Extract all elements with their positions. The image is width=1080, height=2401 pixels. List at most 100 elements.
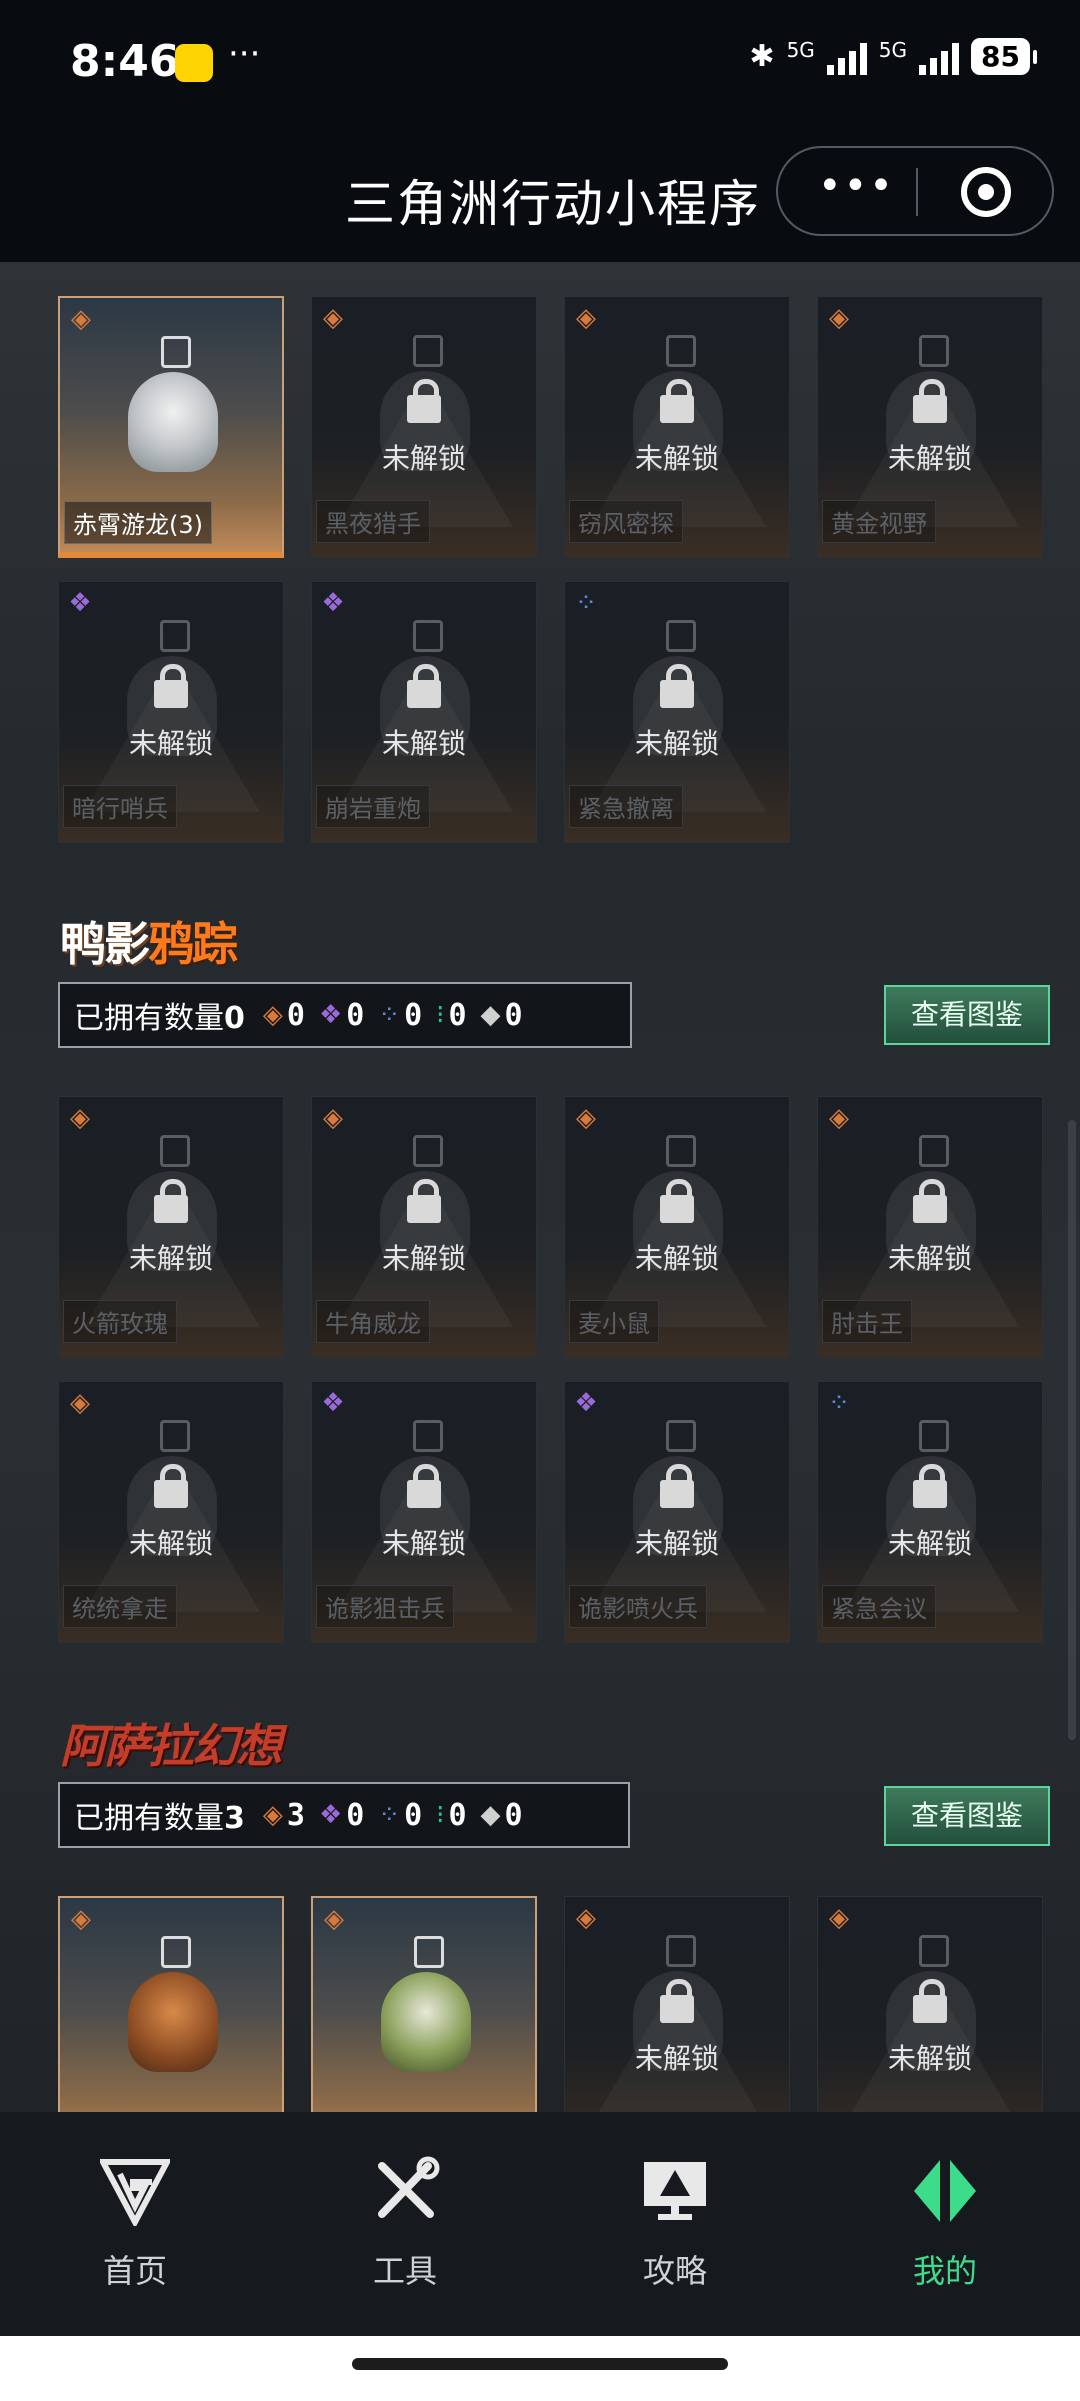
- lock-icon: [913, 1179, 947, 1223]
- battery-icon: 85: [971, 38, 1037, 75]
- locked-label: 未解锁: [887, 2042, 972, 2075]
- lock-icon: [660, 1979, 694, 2023]
- locked-label: 未解锁: [887, 1242, 972, 1275]
- charm-card-locked[interactable]: ◈ 未解锁 麦小鼠: [564, 1096, 790, 1358]
- locked-label: 未解锁: [128, 1527, 213, 1560]
- lock-icon: [913, 1979, 947, 2023]
- rarity-purple-icon: ❖: [68, 588, 92, 618]
- charm-name: 黑夜猎手: [316, 500, 430, 543]
- rarity-orange-icon: ◈: [70, 1388, 90, 1418]
- tab-profile[interactable]: 我的: [875, 2156, 1015, 2292]
- owned-count-box-duck: 已拥有数量0 ◈ 0 ❖ 0 ⁘ 0 ⁝ 0 ◆ 0: [58, 982, 632, 1048]
- rarity-blue-icon: ⁘: [828, 1388, 850, 1418]
- owned-count-box-arab: 已拥有数量3 ◈ 3 ❖ 0 ⁘ 0 ⁝ 0 ◆ 0: [58, 1782, 630, 1848]
- home-indicator-bar: [352, 2358, 728, 2370]
- tools-icon: [378, 2156, 440, 2218]
- charm-card-locked[interactable]: ◈ 未解锁 肘击王: [817, 1096, 1043, 1358]
- charm-card-owned[interactable]: ◈ 赤霄游龙(3): [58, 296, 284, 558]
- locked-label: 未解锁: [634, 1242, 719, 1275]
- rarity-orange-icon: ◈: [70, 1103, 90, 1133]
- delta-logo-icon: [98, 2159, 172, 2229]
- rarity-purple-icon: ❖: [574, 1388, 598, 1418]
- rarity-purple-icon: ❖: [321, 1388, 345, 1418]
- system-home-indicator: [0, 2336, 1080, 2401]
- rarity-green-icon: ⁝: [436, 1000, 445, 1030]
- charm-card-locked[interactable]: ◈ 未解锁火箭玫瑰: [58, 1096, 284, 1358]
- lock-icon: [660, 1179, 694, 1223]
- locked-label: 未解锁: [128, 1242, 213, 1275]
- guide-monitor-icon: [644, 2162, 706, 2220]
- charm-card-locked[interactable]: ◈ 未解锁统统拿走: [58, 1381, 284, 1643]
- lock-icon: [407, 664, 441, 708]
- rarity-orange-icon: ◈: [576, 303, 596, 333]
- rarity-orange-icon: ◈: [576, 1103, 596, 1133]
- lock-icon: [407, 1179, 441, 1223]
- view-catalog-button-duck[interactable]: 查看图鉴: [884, 985, 1050, 1045]
- charm-name: 统统拿走: [63, 1585, 177, 1628]
- tab-home[interactable]: 首页: [65, 2156, 205, 2292]
- locked-label: 未解锁: [381, 1242, 466, 1275]
- charm-card-locked[interactable]: ◈ 未解锁窃风密探: [564, 296, 790, 558]
- charm-card-locked[interactable]: ❖ 未解锁 诡影喷火兵: [564, 1381, 790, 1643]
- signal-icon-2: [919, 39, 960, 75]
- locked-label: 未解锁: [381, 1527, 466, 1560]
- charm-name: 诡影喷火兵: [569, 1585, 707, 1628]
- rarity-blue-icon: ⁘: [378, 1000, 401, 1030]
- nav-bar: 三角洲行动小程序 •••: [0, 130, 1080, 262]
- charm-card-locked[interactable]: ❖ 未解锁崩岩重炮: [311, 581, 537, 843]
- lock-icon: [660, 664, 694, 708]
- charm-card-locked[interactable]: ◈ 未解锁牛角威龙: [311, 1096, 537, 1358]
- close-miniprogram-icon[interactable]: [961, 167, 1011, 217]
- charm-name: 肘击王: [822, 1300, 912, 1343]
- charm-name: 窃风密探: [569, 500, 683, 543]
- more-notifications-indicator: ···: [228, 34, 261, 74]
- locked-label: 未解锁: [634, 2042, 719, 2075]
- rarity-orange-icon: ◈: [262, 1000, 283, 1030]
- rarity-orange-icon: ◈: [71, 1904, 91, 1934]
- charm-card-locked[interactable]: ◈ 未解锁 黄金视野: [817, 296, 1043, 558]
- lock-icon: [407, 379, 441, 423]
- charm-card-locked[interactable]: ◈ 未解锁 黑夜猎手: [311, 296, 537, 558]
- lock-icon: [154, 1179, 188, 1223]
- rarity-orange-icon: ◈: [323, 1103, 343, 1133]
- app-notification-icon: [175, 44, 213, 82]
- rarity-orange-icon: ◈: [323, 303, 343, 333]
- lock-icon: [154, 664, 188, 708]
- charm-card-locked[interactable]: ❖ 未解锁 暗行哨兵: [58, 581, 284, 843]
- charm-name: 诡影狙击兵: [316, 1585, 454, 1628]
- charm-name: 紧急撤离: [569, 785, 683, 828]
- rarity-orange-icon: ◈: [71, 304, 91, 334]
- view-catalog-button-arab[interactable]: 查看图鉴: [884, 1786, 1050, 1846]
- tab-tools[interactable]: 工具: [335, 2156, 475, 2292]
- network-label-1: 5G: [786, 38, 815, 62]
- charm-figure: [123, 1936, 223, 2076]
- locked-label: 未解锁: [634, 727, 719, 760]
- rarity-orange-icon: ◈: [829, 303, 849, 333]
- lock-icon: [660, 379, 694, 423]
- bluetooth-icon: ✱: [749, 39, 775, 74]
- locked-label: 未解锁: [634, 442, 719, 475]
- rarity-purple-icon: ❖: [321, 588, 345, 618]
- charm-name: 崩岩重炮: [316, 785, 430, 828]
- rarity-blue-icon: ⁘: [575, 588, 597, 618]
- charm-name: 牛角威龙: [316, 1300, 430, 1343]
- charm-card-locked[interactable]: ❖ 未解锁诡影狙击兵: [311, 1381, 537, 1643]
- scrollbar[interactable]: [1068, 1120, 1076, 1740]
- section-logo-arab: 阿萨拉幻想: [60, 1719, 282, 1773]
- more-menu-button[interactable]: •••: [818, 166, 895, 206]
- signal-icon: [826, 39, 867, 75]
- locked-label: 未解锁: [887, 442, 972, 475]
- locked-label: 未解锁: [887, 1527, 972, 1560]
- charm-card-locked[interactable]: ⁘ 未解锁紧急撤离: [564, 581, 790, 843]
- lock-icon: [407, 1464, 441, 1508]
- charm-card-locked[interactable]: ⁘ 未解锁 紧急会议: [817, 1381, 1043, 1643]
- profile-diamond-icon: [914, 2160, 976, 2222]
- section-logo-duck: 鸭影鸦踪: [60, 917, 238, 971]
- capsule-divider: [916, 168, 918, 216]
- lock-icon: [913, 379, 947, 423]
- status-bar: 8:46 ··· ✱ 5G 5G 85: [0, 0, 1080, 130]
- locked-label: 未解锁: [128, 727, 213, 760]
- tab-guide[interactable]: 攻略: [605, 2156, 745, 2292]
- locked-label: 未解锁: [381, 727, 466, 760]
- charm-name: 火箭玫瑰: [63, 1300, 177, 1343]
